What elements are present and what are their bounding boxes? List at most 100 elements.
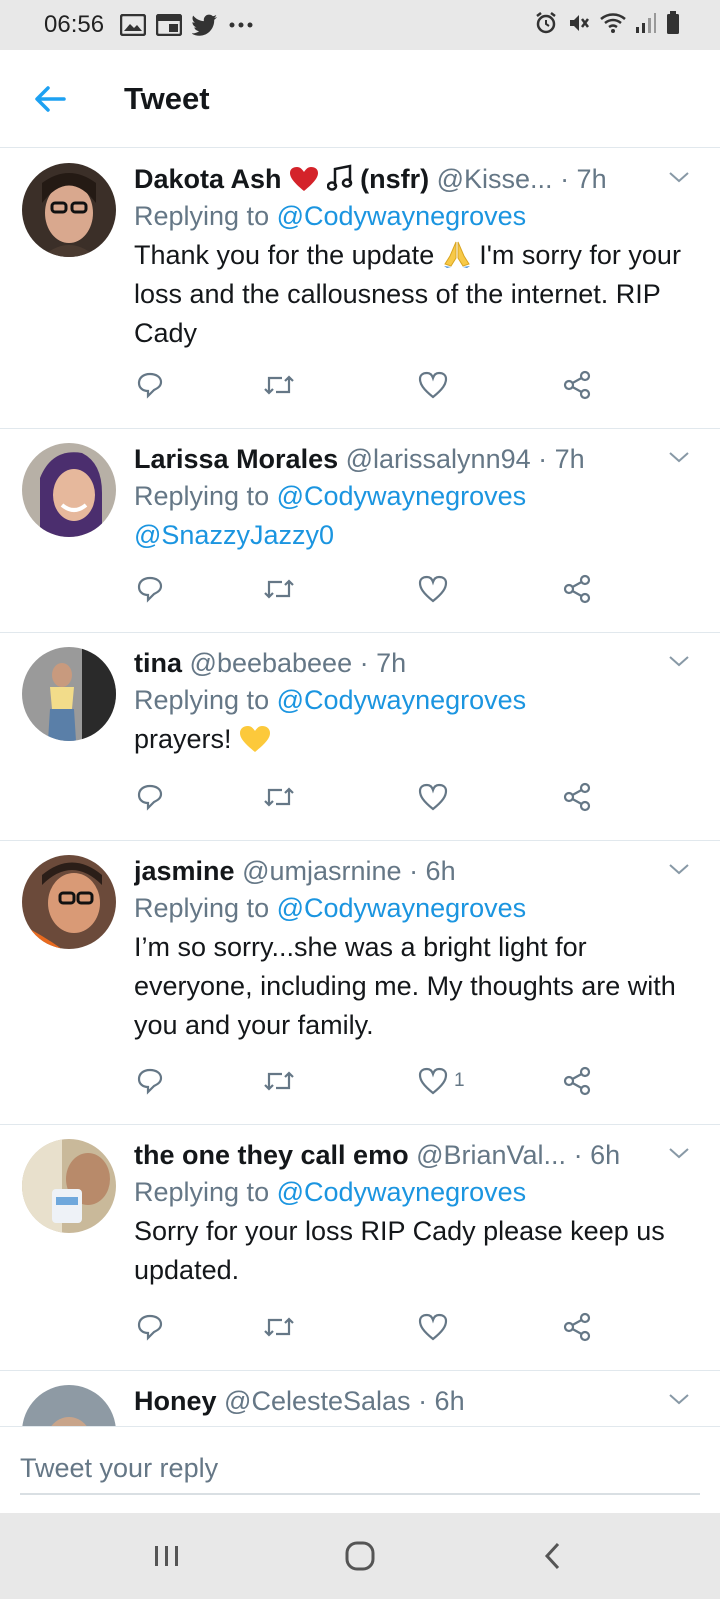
retweet-button[interactable] <box>262 1310 296 1344</box>
author-name[interactable]: Larissa Morales <box>134 444 338 474</box>
app-header: Tweet <box>0 50 720 148</box>
tweet-options-chevron-icon[interactable] <box>664 1387 694 1411</box>
tweet-item[interactable]: Dakota Ash (nsfr) @Kisse... · 7h Replyin… <box>0 149 720 429</box>
avatar[interactable] <box>22 163 116 257</box>
replying-to-mention[interactable]: @Codywaynegroves <box>277 481 527 511</box>
tweet-time: · 7h <box>560 164 607 194</box>
reply-button[interactable] <box>136 368 164 402</box>
like-button[interactable] <box>418 1310 448 1344</box>
author-handle[interactable]: @beebabeee <box>190 648 353 678</box>
tweet-options-chevron-icon[interactable] <box>664 1141 694 1165</box>
tweet-actions: 1 <box>134 1050 706 1124</box>
mute-icon <box>567 11 591 40</box>
author-name[interactable]: jasmine <box>134 856 235 886</box>
replying-to-label: Replying to <box>134 201 270 231</box>
tweet-text: @SnazzyJazzy0 <box>134 516 706 555</box>
retweet-button[interactable] <box>262 780 296 814</box>
yellow-heart-emoji-icon <box>239 724 271 754</box>
author-handle[interactable]: @BrianVal... <box>416 1140 566 1170</box>
recent-apps-button[interactable] <box>127 1526 207 1586</box>
tweet-text-part: Thank you for the update <box>134 240 435 270</box>
retweet-icon <box>264 1071 294 1091</box>
share-icon <box>563 782 591 812</box>
avatar[interactable] <box>22 1385 116 1426</box>
tweet-text-mention[interactable]: @SnazzyJazzy0 <box>134 520 334 550</box>
replying-to-mention[interactable]: @Codywaynegroves <box>277 893 527 923</box>
author-handle[interactable]: @larissalynn94 <box>346 444 531 474</box>
replying-to-mention[interactable]: @Codywaynegroves <box>277 201 527 231</box>
more-dots-icon <box>228 21 254 29</box>
tweet-item[interactable]: jasmine @umjasrnine · 6h Replying to @Co… <box>0 841 720 1125</box>
tweet-item[interactable]: Larissa Morales @larissalynn94 · 7h Repl… <box>0 429 720 633</box>
heart-emoji-icon <box>289 164 319 194</box>
reply-icon <box>137 576 163 603</box>
like-button[interactable] <box>418 780 448 814</box>
tweet-item[interactable]: Honey @CelesteSalas · 6h <box>0 1371 720 1426</box>
tweet-header: Larissa Morales @larissalynn94 · 7h <box>134 429 706 477</box>
tweet-reply-input[interactable] <box>20 1443 700 1495</box>
tweet-header: the one they call emo @BrianVal... · 6h <box>134 1125 706 1173</box>
share-button[interactable] <box>562 780 592 814</box>
reply-bar <box>0 1426 720 1512</box>
reply-button[interactable] <box>136 780 164 814</box>
retweet-icon <box>264 579 294 599</box>
tweet-actions <box>134 558 706 632</box>
system-back-button[interactable] <box>513 1526 593 1586</box>
like-heart-icon <box>418 575 448 603</box>
share-button[interactable] <box>562 572 592 606</box>
retweet-button[interactable] <box>262 368 296 402</box>
alarm-icon <box>534 11 558 40</box>
signal-icon <box>635 12 657 39</box>
author-handle[interactable]: @CelesteSalas <box>224 1386 411 1416</box>
tweet-time: · 6h <box>573 1140 621 1170</box>
author-name[interactable]: Honey <box>134 1386 217 1416</box>
reply-button[interactable] <box>136 1064 164 1098</box>
like-button[interactable] <box>418 572 448 606</box>
avatar[interactable] <box>22 443 116 537</box>
like-button[interactable] <box>418 368 448 402</box>
avatar[interactable] <box>22 855 116 949</box>
tweet-time: · 6h <box>418 1386 465 1416</box>
share-button[interactable] <box>562 1310 592 1344</box>
share-icon <box>563 574 591 604</box>
tweet-options-chevron-icon[interactable] <box>664 857 694 881</box>
avatar[interactable] <box>22 647 116 741</box>
reply-icon <box>137 1314 163 1341</box>
author-handle[interactable]: @umjasrnine <box>242 856 401 886</box>
retweet-button[interactable] <box>262 572 296 606</box>
retweet-icon <box>264 1317 294 1337</box>
tweet-item[interactable]: the one they call emo @BrianVal... · 6h … <box>0 1125 720 1371</box>
tweet-options-chevron-icon[interactable] <box>664 445 694 469</box>
replying-to-mention[interactable]: @Codywaynegroves <box>277 1177 527 1207</box>
replies-feed[interactable]: Dakota Ash (nsfr) @Kisse... · 7h Replyin… <box>0 149 720 1426</box>
avatar[interactable] <box>22 1139 116 1233</box>
tweet-options-chevron-icon[interactable] <box>664 165 694 189</box>
author-name[interactable]: the one they call emo <box>134 1140 409 1170</box>
calendar-icon <box>156 14 183 36</box>
replying-to-label: Replying to <box>134 1177 270 1207</box>
replying-to-mention[interactable]: @Codywaynegroves <box>277 685 527 715</box>
author-handle[interactable]: @Kisse... <box>437 164 553 194</box>
reply-button[interactable] <box>136 572 164 606</box>
status-bar: 06:56 <box>0 0 720 50</box>
author-name[interactable]: tina <box>134 648 182 678</box>
tweet-text: Thank you for the update I'm sorry for y… <box>134 236 706 353</box>
share-icon <box>563 1066 591 1096</box>
tweet-options-chevron-icon[interactable] <box>664 649 694 673</box>
author-name[interactable]: Dakota Ash <box>134 164 282 194</box>
tweet-actions <box>134 766 706 840</box>
home-button[interactable] <box>320 1526 400 1586</box>
share-button[interactable] <box>562 1064 592 1098</box>
author-name-suffix: (nsfr) <box>360 164 430 194</box>
tweet-item[interactable]: tina @beebabeee · 7h Replying to @Codywa… <box>0 633 720 841</box>
tweet-actions <box>134 354 706 428</box>
tweet-text: I’m so sorry...she was a bright light fo… <box>134 932 676 1040</box>
tweet-time: · 6h <box>409 856 456 886</box>
like-button[interactable]: 1 <box>418 1064 465 1098</box>
share-button[interactable] <box>562 368 592 402</box>
reply-button[interactable] <box>136 1310 164 1344</box>
share-icon <box>563 370 591 400</box>
retweet-button[interactable] <box>262 1064 296 1098</box>
back-button[interactable] <box>20 69 80 129</box>
like-heart-icon <box>418 1067 448 1095</box>
